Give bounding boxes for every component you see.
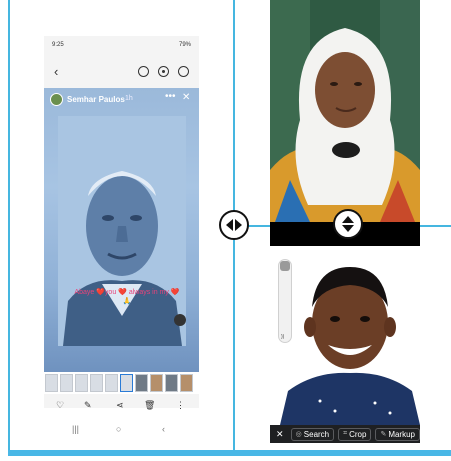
delete-icon[interactable]: 🗑 <box>144 400 155 411</box>
vertical-resize-handle[interactable] <box>333 209 363 239</box>
volume-slider[interactable]: )) <box>278 259 292 343</box>
eye-icon[interactable] <box>158 66 169 77</box>
avatar[interactable] <box>50 93 63 106</box>
edit-icon[interactable]: ✎ <box>84 400 92 411</box>
crop-icon: ⌗ <box>343 430 348 437</box>
recents-icon[interactable]: ||| <box>72 424 79 434</box>
frame-line-left <box>8 0 10 452</box>
thumbnail[interactable] <box>135 374 148 392</box>
image-action-toolbar: ✕ ◎ Search ⌗ Crop ✎ Markup <box>270 425 420 443</box>
up-down-arrows-icon <box>342 216 354 232</box>
left-right-arrows-icon <box>226 219 242 231</box>
app-toolbar: ‹ <box>44 64 199 82</box>
status-battery: 79% <box>178 42 191 48</box>
crop-button-label: Crop <box>349 429 367 439</box>
volume-icon: )) <box>281 334 285 340</box>
crop-button[interactable]: ⌗ Crop <box>338 427 372 441</box>
story-user-name[interactable]: Semhar Paulos <box>67 95 125 104</box>
portrait-man-photo <box>58 116 186 346</box>
menu-dots-icon[interactable] <box>280 261 290 271</box>
lens-icon: ◎ <box>295 431 302 438</box>
share-icon[interactable]: ⋖ <box>116 400 124 411</box>
search-button[interactable]: ◎ Search <box>290 427 335 441</box>
thumbnail[interactable] <box>180 374 193 392</box>
heart-icon[interactable]: ♡ <box>56 400 64 411</box>
thumbnail[interactable] <box>75 374 88 392</box>
search-button-label: Search <box>303 429 330 439</box>
story-header: Semhar Paulos 1h ••• ✕ <box>44 88 199 110</box>
back-arrow-icon[interactable]: ‹ <box>54 64 58 80</box>
markup-icon: ✎ <box>380 431 387 438</box>
back-nav-icon[interactable]: ‹ <box>162 424 165 434</box>
story-time-ago: 1h <box>125 95 133 102</box>
thumbnail[interactable] <box>165 374 178 392</box>
remix-icon[interactable] <box>178 66 189 77</box>
thumbnail[interactable] <box>150 374 163 392</box>
home-icon[interactable]: ○ <box>116 424 121 434</box>
screenshot-editor-panel: )) ✕ ◎ Search ⌗ Crop ✎ Markup <box>270 255 420 449</box>
frame-line-bottom <box>8 450 451 456</box>
story-image[interactable]: Semhar Paulos 1h ••• ✕ Abaye ❤️you ❤️ al… <box>44 88 199 372</box>
status-time: 9:25 <box>52 42 64 48</box>
more-icon[interactable]: ••• <box>165 91 176 102</box>
more-vert-icon[interactable]: ⋮ <box>176 400 185 411</box>
horizontal-resize-handle[interactable] <box>219 210 249 240</box>
rotate-icon[interactable] <box>138 66 149 77</box>
system-nav-bar: ||| ○ ‹ <box>44 424 199 438</box>
thumbnail[interactable] <box>60 374 73 392</box>
thumbnail[interactable] <box>45 374 58 392</box>
story-overlay-text: Abaye ❤️you ❤️ always in my ❤️🙏 <box>74 289 180 305</box>
photo-action-bar: ♡ ✎ ⋖ 🗑 ⋮ <box>44 400 199 414</box>
status-bar: 9:25 79% <box>44 40 199 52</box>
phone-screenshot: 9:25 79% ‹ Semhar Paulos 1h ••• ✕ Abaye … <box>44 36 199 434</box>
close-icon[interactable]: ✕ <box>182 92 190 103</box>
portrait-woman-photo <box>270 0 420 222</box>
close-toolbar-button[interactable]: ✕ <box>276 429 287 440</box>
portrait-child-photo <box>280 267 420 425</box>
markup-button[interactable]: ✎ Markup <box>375 427 420 441</box>
markup-button-label: Markup <box>388 429 415 439</box>
thumbnail[interactable] <box>105 374 118 392</box>
thumbnail[interactable] <box>90 374 103 392</box>
thumbnail-strip <box>44 372 199 394</box>
sticker-icon[interactable] <box>174 314 186 326</box>
thumbnail-selected[interactable] <box>120 374 133 392</box>
